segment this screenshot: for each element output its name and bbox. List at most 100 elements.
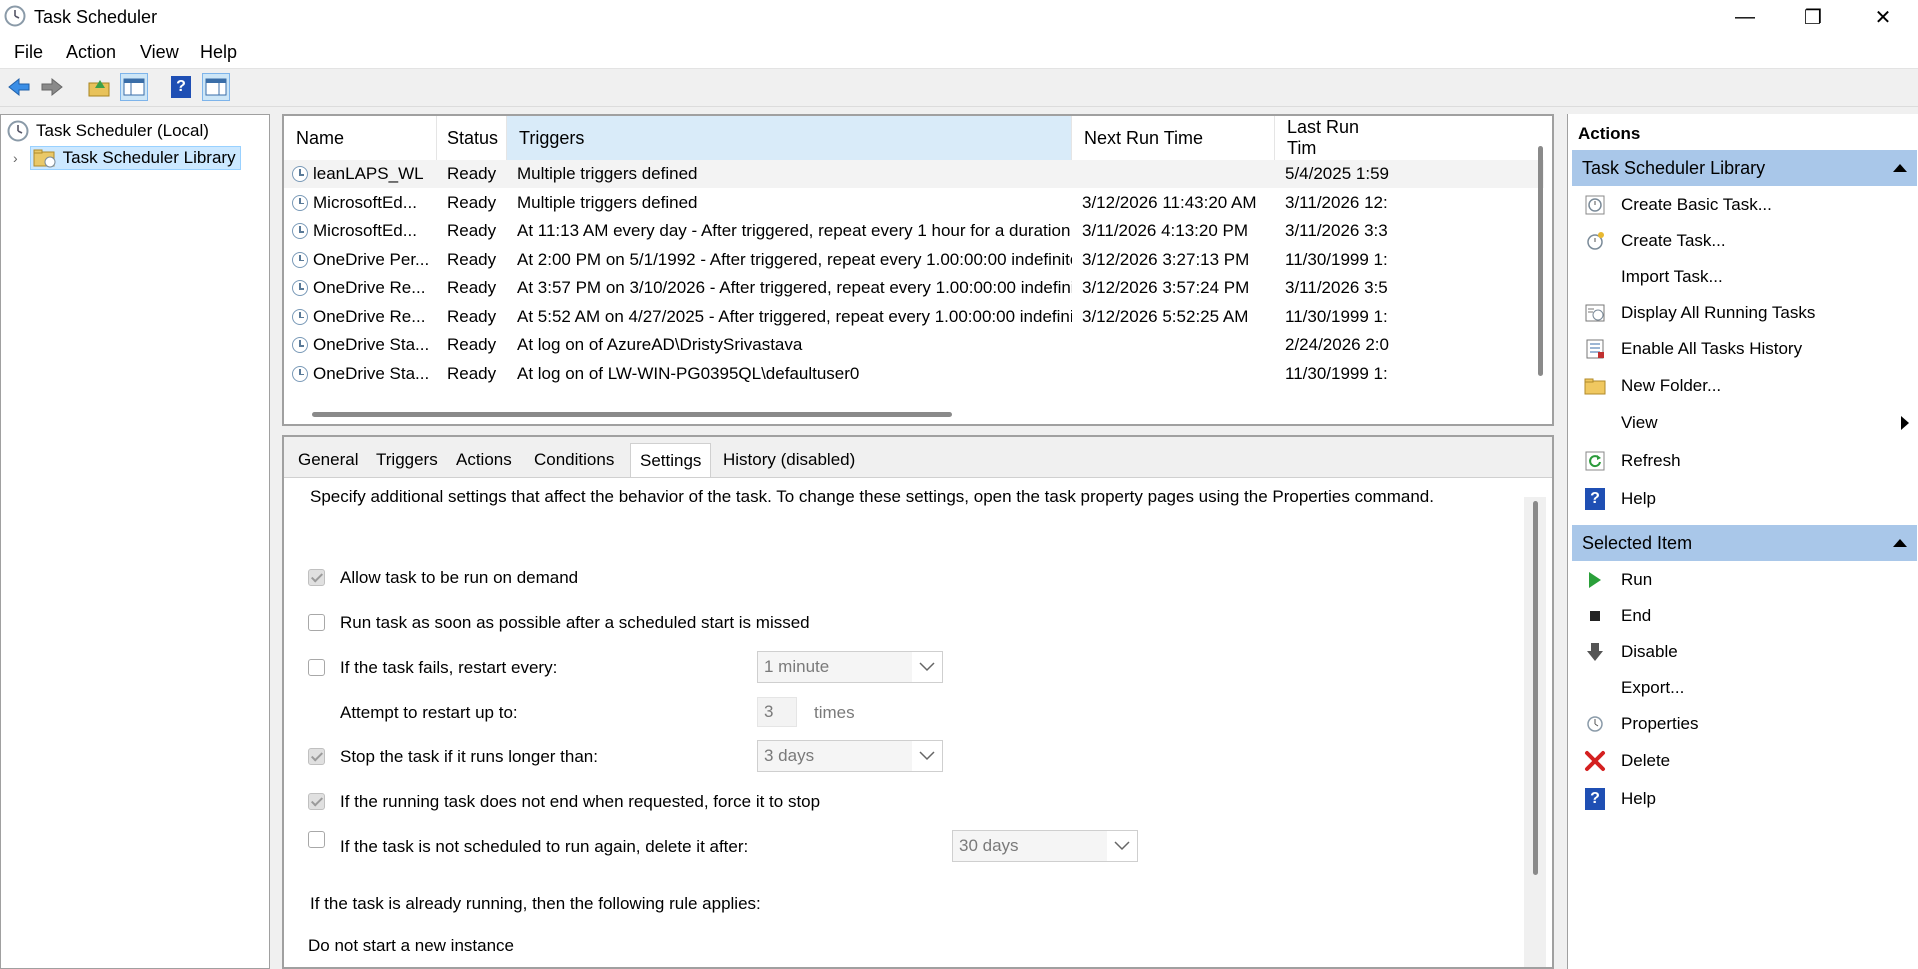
action-export[interactable]: Export... — [1572, 671, 1917, 705]
section-selected-label: Selected Item — [1582, 532, 1693, 553]
menu-file[interactable]: File — [14, 42, 43, 63]
action-label: Import Task... — [1621, 267, 1723, 286]
delete-after-dropdown[interactable]: 30 days — [952, 830, 1138, 862]
action-properties[interactable]: Properties — [1572, 707, 1917, 741]
running-rule-label: If the task is already running, then the… — [310, 894, 761, 913]
cell-status-text: Ready — [447, 221, 497, 240]
action-create-task[interactable]: Create Task... — [1572, 224, 1917, 258]
force-stop-checkbox[interactable] — [308, 793, 325, 810]
column-header-name[interactable]: Name — [284, 116, 437, 160]
action-display-running[interactable]: Display All Running Tasks — [1572, 296, 1917, 330]
allow-demand-checkbox[interactable] — [308, 569, 325, 586]
tab-general[interactable]: General — [298, 443, 358, 476]
action-label: Help — [1621, 789, 1656, 808]
action-view[interactable]: View — [1572, 406, 1917, 440]
refresh-icon — [1583, 449, 1607, 473]
cell-last-text: 5/4/2025 1:59 — [1285, 164, 1389, 183]
section-library-header[interactable]: Task Scheduler Library — [1572, 150, 1917, 186]
tab-settings[interactable]: Settings — [630, 443, 712, 477]
restart-fail-checkbox[interactable] — [308, 659, 325, 676]
column-header-status[interactable]: Status — [437, 116, 507, 160]
vertical-scrollbar[interactable] — [1538, 146, 1543, 376]
cell-status-text: Ready — [447, 363, 497, 383]
delete-after-label: If the task is not scheduled to run agai… — [340, 837, 749, 856]
column-header-last-run[interactable]: Last Run Tim — [1275, 116, 1390, 160]
cell-last-text: 3/11/2026 3:3 — [1285, 221, 1388, 240]
action-delete[interactable]: Delete — [1572, 744, 1917, 778]
action-run[interactable]: Run — [1572, 563, 1917, 597]
cell-name: OneDrive Sta... — [292, 360, 438, 388]
section-selected-header[interactable]: Selected Item — [1572, 525, 1917, 561]
help-icon[interactable]: ? — [167, 73, 195, 101]
delete-after-checkbox[interactable] — [308, 831, 325, 848]
close-button[interactable]: ✕ — [1848, 0, 1918, 34]
create-basic-task-icon — [1583, 193, 1607, 217]
tree-item-local[interactable]: Task Scheduler (Local) — [7, 118, 209, 144]
table-row[interactable]: OneDrive Sta... Ready At log on of AzureAD… — [284, 331, 1544, 359]
action-disable[interactable]: Disable — [1572, 635, 1917, 669]
back-arrow-icon[interactable] — [5, 73, 33, 101]
tab-triggers[interactable]: Triggers — [376, 443, 438, 476]
action-enable-history[interactable]: Enable All Tasks History — [1572, 332, 1917, 366]
maximize-button[interactable]: ❐ — [1778, 0, 1848, 34]
action-create-basic-task[interactable]: Create Basic Task... — [1572, 188, 1917, 222]
menu-action[interactable]: Action — [66, 42, 116, 63]
cell-next-text: 3/12/2026 11:43:20 AM — [1082, 192, 1257, 212]
run-asap-checkbox[interactable] — [308, 614, 325, 631]
menu-help[interactable]: Help — [200, 42, 237, 63]
restart-interval-dropdown[interactable]: 1 minute — [757, 651, 943, 683]
action-refresh[interactable]: Refresh — [1572, 444, 1917, 478]
tab-actions[interactable]: Actions — [456, 443, 512, 476]
cell-triggers: At log on of LW-WIN-PG0395QL\defaultuser… — [517, 360, 1072, 388]
action-import-task[interactable]: Import Task... — [1572, 260, 1917, 294]
cell-last: 2/24/2026 2:0 — [1285, 331, 1390, 359]
action-label: Delete — [1621, 751, 1671, 770]
table-row[interactable]: OneDrive Per... Ready At 2:00 PM on 5/1/19… — [284, 246, 1544, 274]
horizontal-scrollbar[interactable] — [312, 412, 952, 417]
menu-bar: File Action View Help — [0, 34, 1918, 69]
table-row[interactable]: OneDrive Re... Ready At 3:57 PM on 3/10/20… — [284, 274, 1544, 302]
table-row[interactable]: MicrosoftEd... Ready Multiple triggers def… — [284, 189, 1544, 217]
table-row-partial[interactable] — [284, 392, 1544, 402]
column-header-triggers[interactable]: Triggers — [507, 116, 1072, 160]
table-row[interactable]: OneDrive Re... Ready At 5:52 AM on 4/27/20… — [284, 303, 1544, 331]
chevron-right-icon[interactable]: › — [13, 150, 18, 166]
cell-status-text: Ready — [447, 192, 497, 212]
delete-x-icon — [1583, 749, 1607, 773]
collapse-caret-icon[interactable] — [1893, 164, 1907, 172]
running-rule-value: Do not start a new instance — [308, 936, 515, 955]
cell-next — [1082, 331, 1272, 359]
tab-history[interactable]: History (disabled) — [723, 443, 855, 476]
cell-triggers: At 11:13 AM every day - After triggered,… — [517, 217, 1072, 245]
column-header-next-run[interactable]: Next Run Time — [1072, 116, 1275, 160]
delete-after-value: 30 days — [959, 836, 1019, 855]
minimize-button[interactable]: — — [1710, 0, 1780, 34]
table-row[interactable]: OneDrive Sta... Ready At log on of LW-WIN-… — [284, 360, 1544, 388]
task-clock-icon — [292, 280, 308, 296]
show-hide-console-tree-icon[interactable] — [120, 73, 148, 101]
stop-duration-dropdown[interactable]: 3 days — [757, 740, 943, 772]
action-new-folder[interactable]: New Folder... — [1572, 369, 1917, 403]
attempt-count-input[interactable]: 3 — [757, 697, 797, 727]
detail-scrollbar-thumb[interactable] — [1533, 501, 1538, 875]
table-row[interactable]: leanLAPS_WL Ready Multiple triggers define… — [284, 160, 1544, 188]
cell-status: Ready — [447, 246, 512, 274]
cell-triggers-text: At 5:52 AM on 4/27/2025 - After triggere… — [517, 306, 1072, 326]
enable-history-icon — [1583, 337, 1607, 361]
action-label: Refresh — [1621, 451, 1681, 470]
forward-arrow-icon[interactable] — [38, 73, 66, 101]
tab-conditions[interactable]: Conditions — [534, 443, 614, 476]
cell-name-text: MicrosoftEd... — [313, 192, 417, 212]
table-row[interactable]: MicrosoftEd... Ready At 11:13 AM every day… — [284, 217, 1544, 245]
task-clock-icon — [292, 166, 308, 182]
cell-name-text: MicrosoftEd... — [313, 221, 417, 240]
up-folder-icon[interactable] — [85, 73, 113, 101]
collapse-caret-icon[interactable] — [1893, 539, 1907, 547]
action-help[interactable]: ? Help — [1572, 482, 1917, 516]
show-hide-action-pane-icon[interactable] — [202, 73, 230, 101]
action-help-selected[interactable]: ? Help — [1572, 782, 1917, 816]
action-end[interactable]: End — [1572, 599, 1917, 633]
stop-long-checkbox[interactable] — [308, 748, 325, 765]
tree-item-library[interactable]: › Task Scheduler Library — [13, 145, 241, 171]
menu-view[interactable]: View — [140, 42, 179, 63]
